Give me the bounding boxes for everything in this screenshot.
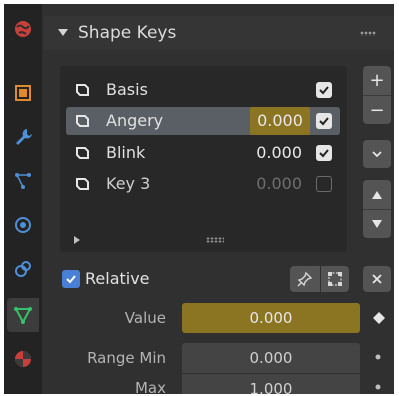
wrench-icon	[16, 129, 32, 145]
tab-world[interactable]	[7, 12, 39, 46]
object-icon	[15, 85, 31, 101]
shape-key-value-field[interactable]: 0.000	[256, 143, 302, 162]
move-down-button[interactable]	[363, 209, 391, 238]
tab-constraints[interactable]	[7, 252, 39, 286]
shape-key-name[interactable]: Key 3	[106, 174, 150, 193]
constraints-icon	[15, 261, 31, 277]
shape-key-icon	[76, 84, 89, 96]
pin-icon	[297, 271, 313, 287]
close-icon	[372, 274, 382, 284]
tab-object[interactable]	[7, 76, 39, 110]
shape-key-value-field[interactable]: 0.000	[250, 107, 310, 135]
collapse-arrow-icon[interactable]	[58, 29, 68, 36]
tab-particles[interactable]	[7, 164, 39, 198]
checkmark-icon	[319, 117, 329, 126]
max-field[interactable]: 1.000	[182, 374, 360, 394]
shape-key-value-field[interactable]: 0.000	[256, 174, 302, 193]
particles-icon	[15, 173, 31, 189]
mesh-data-icon	[14, 307, 32, 325]
list-resize-grip-icon[interactable]	[206, 237, 224, 243]
material-icon	[15, 351, 31, 367]
shape-key-name[interactable]: Basis	[106, 80, 148, 99]
shape-key-icon	[76, 178, 89, 190]
range-min-label: Range Min	[87, 349, 166, 367]
checkmark-icon	[319, 86, 329, 95]
world-icon	[15, 21, 31, 37]
panel-header[interactable]: Shape Keys	[44, 16, 394, 50]
range-min-field[interactable]: 0.000	[182, 343, 360, 373]
value-label: Value	[124, 309, 166, 327]
list-item[interactable]: Basis	[66, 76, 340, 104]
pin-shape-key-button[interactable]	[290, 266, 320, 292]
checkmark-icon	[319, 149, 329, 158]
shape-key-mute-checkbox[interactable]	[316, 82, 332, 98]
shape-key-mute-checkbox[interactable]	[316, 145, 332, 161]
remove-shape-key-button[interactable]: −	[363, 95, 391, 124]
relative-checkbox[interactable]	[62, 270, 80, 288]
list-filter-expand-icon[interactable]	[74, 236, 80, 244]
drag-grip-icon[interactable]	[360, 31, 376, 36]
move-up-button[interactable]	[371, 180, 383, 209]
shape-keys-panel: Shape Keys Basis Angery 0.000 Blink 0.00…	[44, 4, 394, 394]
shape-key-icon	[76, 115, 89, 127]
list-item[interactable]: Key 3 0.000	[66, 170, 340, 198]
properties-editor: Shape Keys Basis Angery 0.000 Blink 0.00…	[4, 4, 394, 394]
keyframe-dot-icon[interactable]	[375, 354, 381, 360]
properties-tab-strip	[4, 4, 42, 394]
tab-physics[interactable]	[7, 208, 39, 242]
checkmark-icon	[66, 275, 76, 284]
clear-weights-button[interactable]	[363, 266, 391, 292]
physics-icon	[15, 217, 31, 233]
edit-mode-icon	[328, 272, 342, 286]
panel-title: Shape Keys	[78, 23, 177, 43]
shape-key-name[interactable]: Angery	[106, 111, 163, 130]
shape-key-name[interactable]: Blink	[106, 143, 145, 162]
triangle-up-icon	[372, 190, 382, 199]
keyframe-diamond-icon[interactable]	[372, 311, 386, 325]
move-button-group	[363, 180, 391, 238]
max-label: Max	[134, 379, 166, 394]
shape-key-list: Basis Angery 0.000 Blink 0.000 Key 3 0.0…	[60, 66, 347, 252]
list-item[interactable]: Blink 0.000	[66, 139, 340, 167]
value-field[interactable]: 0.000	[182, 303, 360, 333]
keyframe-dot-icon[interactable]	[375, 384, 381, 390]
shape-key-mute-checkbox[interactable]	[316, 176, 332, 192]
specials-menu-button[interactable]	[363, 140, 391, 168]
edit-mode-button[interactable]	[321, 266, 349, 292]
tab-modifiers[interactable]	[7, 120, 39, 154]
tab-data[interactable]	[7, 298, 39, 332]
shape-key-icon	[76, 147, 89, 159]
list-item[interactable]: Angery 0.000	[66, 107, 340, 135]
relative-label[interactable]: Relative	[85, 269, 150, 288]
add-shape-key-button[interactable]: +	[369, 66, 384, 95]
tab-material[interactable]	[7, 342, 39, 376]
triangle-down-icon	[372, 220, 382, 228]
add-remove-button-group: + −	[363, 66, 391, 124]
chevron-down-icon	[372, 151, 382, 158]
shape-key-mute-checkbox[interactable]	[316, 113, 332, 129]
